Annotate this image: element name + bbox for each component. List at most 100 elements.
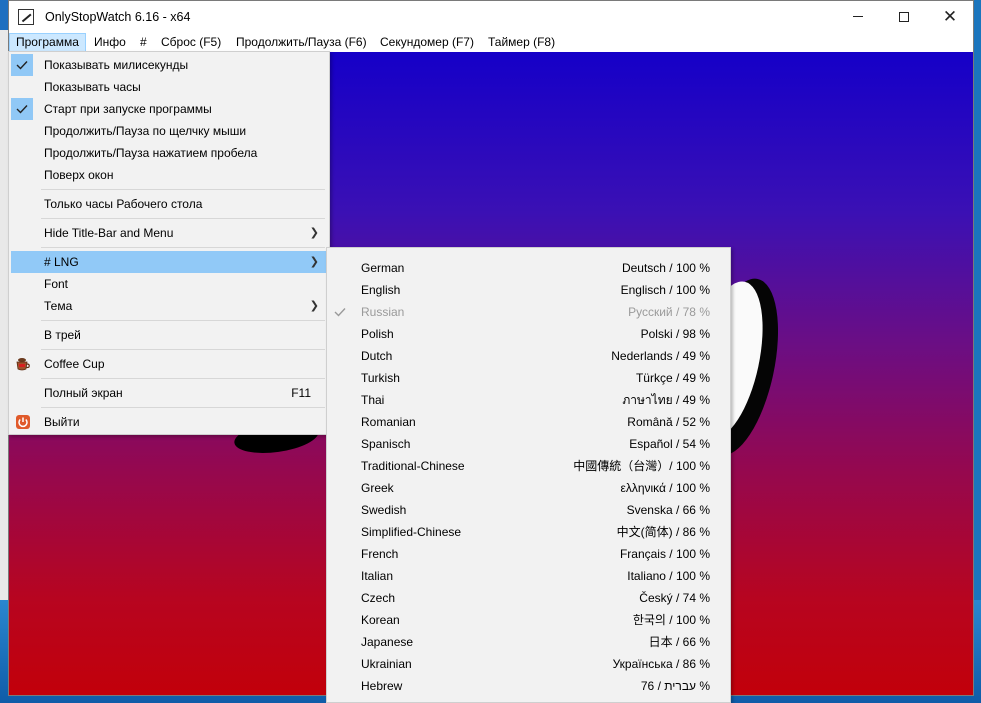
language-name: Korean [361, 613, 400, 627]
language-name: Polish [361, 327, 394, 341]
menu-item-pause-on-space[interactable]: Продолжить/Пауза нажатием пробела [11, 142, 327, 164]
language-name: Czech [361, 591, 396, 605]
language-native-name: 中國傳統（台灣）/ 100 % [573, 459, 710, 473]
language-native-name: Polski / 98 % [640, 327, 710, 341]
menu-item-start-on-launch[interactable]: Старт при запуске программы [11, 98, 327, 120]
coffee-cup-icon [16, 358, 30, 371]
language-name: Traditional-Chinese [361, 459, 465, 473]
language-option[interactable]: French Français / 100 % [329, 543, 729, 565]
check-icon [11, 98, 33, 120]
menu-program[interactable]: Программа [9, 33, 86, 52]
language-option[interactable]: Thai ภาษาไทย / 49 % [329, 389, 729, 411]
menu-item-label: Coffee Cup [44, 357, 105, 371]
menu-reset[interactable]: Сброс (F5) [155, 33, 227, 52]
minimize-button[interactable] [835, 1, 881, 32]
language-name: Russian [361, 305, 405, 319]
menu-item-label: Только часы Рабочего стола [44, 197, 203, 211]
language-option[interactable]: Korean 한국의 / 100 % [329, 609, 729, 631]
stopwatch-app-icon[interactable] [18, 8, 34, 25]
menu-item-show-milliseconds[interactable]: Показывать милисекунды [11, 54, 327, 76]
menu-separator [41, 407, 325, 408]
menu-item-label: Выйти [44, 415, 80, 429]
menu-item-desktop-clock-only[interactable]: Только часы Рабочего стола [11, 193, 327, 215]
language-option[interactable]: Simplified-Chinese 中文(简体) / 86 % [329, 521, 729, 543]
language-option[interactable]: Greek ελληνικά / 100 % [329, 477, 729, 499]
menu-item-label: Продолжить/Пауза по щелчку мыши [44, 124, 247, 138]
language-option[interactable]: Spanisch Español / 54 % [329, 433, 729, 455]
language-option[interactable]: Italian Italiano / 100 % [329, 565, 729, 587]
menu-item-exit[interactable]: Выйти [11, 411, 327, 433]
chevron-right-icon: ❯ [309, 300, 319, 312]
menu-item-pause-on-click[interactable]: Продолжить/Пауза по щелчку мыши [11, 120, 327, 142]
language-name: Japanese [361, 635, 414, 649]
language-native-name: Українська / 86 % [612, 657, 710, 671]
language-option[interactable]: German Deutsch / 100 % [329, 257, 729, 279]
menu-item-label: Hide Title-Bar and Menu [44, 226, 174, 240]
menu-info[interactable]: Инфо [88, 33, 132, 52]
language-native-name: Русский / 78 % [628, 305, 710, 319]
language-option[interactable]: Dutch Nederlands / 49 % [329, 345, 729, 367]
program-menu: Показывать милисекунды Показывать часы С… [8, 51, 330, 435]
language-name: Dutch [361, 349, 393, 363]
menu-stopwatch[interactable]: Секундомер (F7) [374, 33, 480, 52]
language-native-name: ภาษาไทย / 49 % [622, 393, 710, 407]
language-name: French [361, 547, 399, 561]
language-name: Italian [361, 569, 394, 583]
language-option[interactable]: Swedish Svenska / 66 % [329, 499, 729, 521]
chevron-right-icon: ❯ [309, 227, 319, 239]
menu-item-label: В трей [44, 328, 81, 342]
menu-item-theme[interactable]: Тема ❯ [11, 295, 327, 317]
language-native-name: Español / 54 % [629, 437, 710, 451]
language-option[interactable]: Czech Český / 74 % [329, 587, 729, 609]
menu-item-language[interactable]: # LNG ❯ [11, 251, 327, 273]
menu-separator [41, 349, 325, 350]
minimize-icon [853, 16, 863, 17]
language-name: Romanian [361, 415, 416, 429]
language-option[interactable]: Polish Polski / 98 % [329, 323, 729, 345]
language-option[interactable]: Romanian Română / 52 % [329, 411, 729, 433]
menu-item-label: Тема [44, 299, 73, 313]
menu-bar: Программа Инфо # Сброс (F5) Продолжить/П… [9, 32, 973, 52]
language-name: Thai [361, 393, 385, 407]
menu-hash[interactable]: # [134, 33, 153, 52]
language-native-name: עברית / 76 % [640, 679, 710, 693]
language-native-name: 한국의 / 100 % [632, 613, 710, 627]
language-native-name: Deutsch / 100 % [621, 261, 710, 275]
menu-item-fullscreen[interactable]: Полный экран F11 [11, 382, 327, 404]
language-option[interactable]: Traditional-Chinese 中國傳統（台灣）/ 100 % [329, 455, 729, 477]
maximize-button[interactable] [881, 1, 927, 32]
menu-separator [41, 247, 325, 248]
language-name: Spanisch [361, 437, 411, 451]
language-name: Greek [361, 481, 394, 495]
language-option[interactable]: English Englisch / 100 % [329, 279, 729, 301]
menu-item-hide-titlebar[interactable]: Hide Title-Bar and Menu ❯ [11, 222, 327, 244]
menu-continue-pause[interactable]: Продолжить/Пауза (F6) [230, 33, 373, 52]
language-option[interactable]: Hebrew עברית / 76 % [329, 675, 729, 697]
menu-item-label: Старт при запуске программы [44, 102, 212, 116]
language-option[interactable]: Japanese 日本 / 66 % [329, 631, 729, 653]
language-native-name: Français / 100 % [619, 547, 710, 561]
close-icon: ✕ [942, 6, 958, 26]
menu-item-coffee-cup[interactable]: Coffee Cup [11, 353, 327, 375]
language-native-name: 日本 / 66 % [648, 635, 710, 649]
language-option[interactable]: Turkish Türkçe / 49 % [329, 367, 729, 389]
menu-timer[interactable]: Таймер (F8) [482, 33, 561, 52]
menu-item-label: Полный экран [44, 386, 123, 400]
title-bar[interactable]: OnlyStopWatch 6.16 - x64 ✕ [9, 1, 973, 32]
menu-item-always-on-top[interactable]: Поверх окон [11, 164, 327, 186]
check-icon [334, 308, 346, 317]
menu-item-label: Font [44, 277, 69, 291]
language-name: Simplified-Chinese [361, 525, 462, 539]
menu-item-to-tray[interactable]: В трей [11, 324, 327, 346]
language-option[interactable]: Ukrainian Українська / 86 % [329, 653, 729, 675]
menu-separator [41, 218, 325, 219]
maximize-icon [899, 11, 909, 22]
close-button[interactable]: ✕ [927, 1, 973, 32]
menu-item-show-clock[interactable]: Показывать часы [11, 76, 327, 98]
menu-item-shortcut: F11 [291, 386, 311, 400]
menu-item-label: Продолжить/Пауза нажатием пробела [44, 146, 258, 160]
check-icon [11, 54, 33, 76]
language-native-name: Română / 52 % [627, 415, 710, 429]
language-native-name: Italiano / 100 % [627, 569, 710, 583]
menu-item-font[interactable]: Font [11, 273, 327, 295]
